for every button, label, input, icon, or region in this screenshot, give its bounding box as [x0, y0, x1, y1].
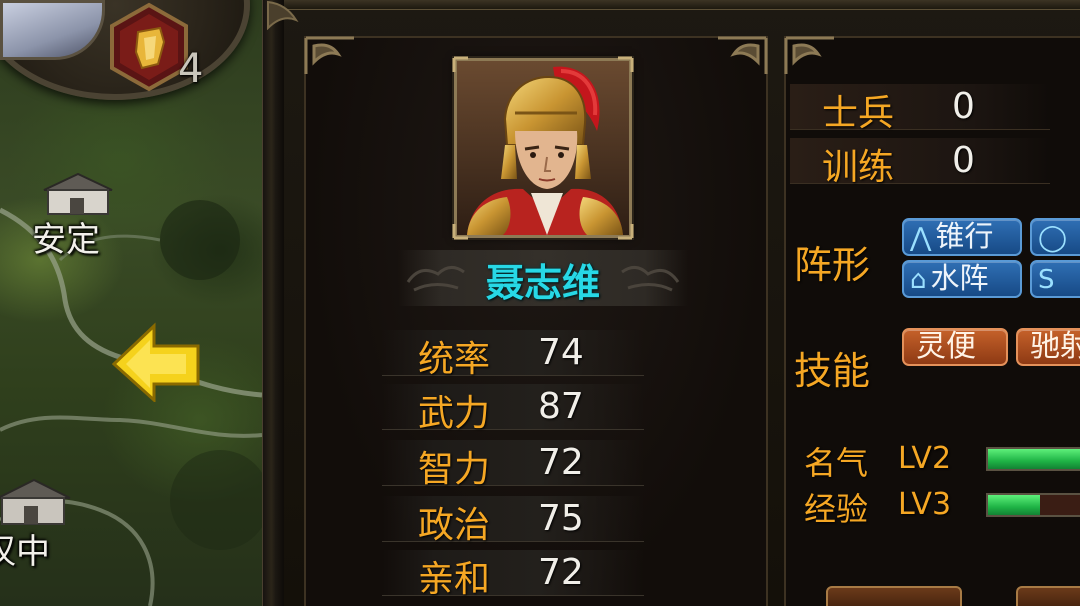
stat-row-charisma: 亲和 72 — [382, 550, 644, 600]
window-top-border — [284, 0, 1080, 10]
troop-row-soldiers: 士兵 0 — [790, 84, 1050, 134]
skill-tag[interactable]: 驰射 — [1016, 328, 1080, 366]
city-label: 安定 — [32, 220, 100, 260]
stat-value: 75 — [538, 498, 584, 539]
panel-divider — [262, 0, 284, 606]
formation-tag-water[interactable]: ⌂ 水阵 — [902, 260, 1022, 298]
stat-value: 87 — [538, 386, 584, 427]
hero-name: 聂志维 — [485, 261, 600, 305]
corner-ornament-icon — [784, 36, 834, 74]
stat-label: 政治 — [418, 505, 491, 546]
exp-progress-fill — [988, 495, 1041, 515]
army-count: 4 — [178, 46, 204, 92]
snake-icon: S — [1038, 265, 1055, 295]
formation-tag-wedge[interactable]: ⋀ 锥行 — [902, 218, 1022, 256]
troop-label: 训练 — [822, 147, 895, 188]
stat-value: 72 — [538, 552, 584, 593]
city-label: 汉中 — [0, 532, 50, 572]
bottom-action-button[interactable] — [1016, 586, 1080, 606]
fame-label: 名气 — [804, 444, 869, 482]
fame-progress-bar — [986, 447, 1080, 471]
wedge-icon: ⋀ — [910, 223, 932, 253]
exp-label: 经验 — [804, 490, 869, 528]
troop-label: 士兵 — [822, 93, 895, 134]
exp-progress-bar — [986, 493, 1080, 517]
corner-ornament-icon — [267, 0, 299, 30]
formation-tag-label: 锥行 — [935, 219, 994, 253]
city-building-icon — [0, 478, 71, 525]
corner-ornament-icon — [304, 36, 354, 74]
stat-row-command: 统率 74 — [382, 330, 644, 380]
stat-value: 72 — [538, 442, 584, 483]
stat-label: 武力 — [418, 393, 491, 434]
world-map[interactable]: 4 安定 汉中 — [0, 0, 262, 606]
stat-label: 统率 — [418, 339, 491, 380]
troop-value: 0 — [952, 86, 975, 127]
circle-icon: ◯ — [1038, 223, 1068, 253]
troop-value: 0 — [952, 140, 975, 181]
formation-tag-snake[interactable]: S — [1030, 260, 1080, 298]
stat-label: 智力 — [418, 449, 491, 490]
fame-progress-fill — [988, 449, 1080, 469]
stat-row-intelligence: 智力 72 — [382, 440, 644, 490]
bottom-action-button[interactable] — [826, 586, 962, 606]
portrait-frame-ornament-icon — [452, 56, 634, 240]
skill-tag[interactable]: 灵便 — [902, 328, 1008, 366]
stat-row-might: 武力 87 — [382, 384, 644, 434]
formation-tag-label: 水阵 — [930, 261, 989, 295]
house-icon: ⌂ — [910, 265, 927, 295]
exp-level: LV3 — [898, 487, 952, 522]
formation-label: 阵形 — [794, 243, 871, 287]
stat-label: 亲和 — [418, 559, 491, 600]
troop-row-training: 训练 0 — [790, 138, 1050, 188]
stat-row-politics: 政治 75 — [382, 496, 644, 546]
corner-ornament-icon — [718, 36, 768, 74]
stat-value: 74 — [538, 332, 584, 373]
skills-label: 技能 — [794, 349, 871, 393]
army-position-arrow-icon[interactable] — [112, 322, 202, 402]
fame-level: LV2 — [898, 441, 952, 476]
formation-tag-circle[interactable]: ◯ — [1030, 218, 1080, 256]
